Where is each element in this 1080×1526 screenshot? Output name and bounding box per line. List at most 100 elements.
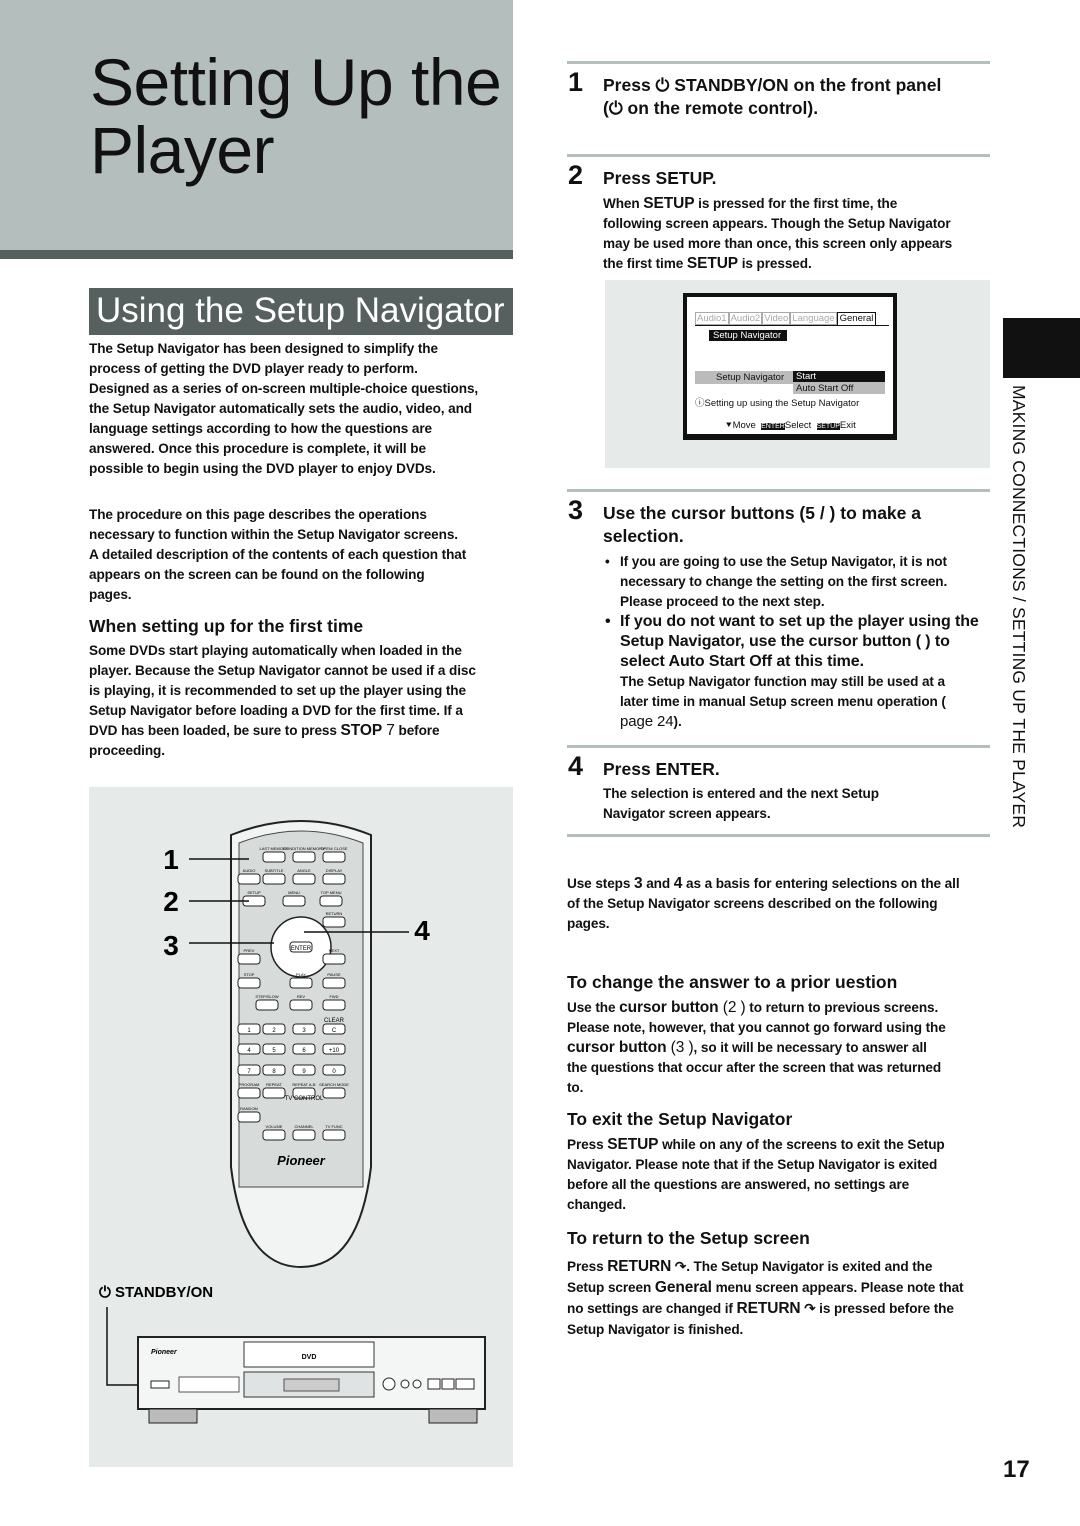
remote-button-label: STEP/SLOW	[255, 994, 279, 999]
power-icon: ⏻	[655, 75, 675, 95]
remote-button-step-slow	[255, 999, 279, 1011]
remote-button-display	[322, 873, 346, 885]
step-4-heading: Press ENTER.	[603, 759, 720, 779]
tab-general[interactable]: General	[836, 312, 877, 325]
exit-heading: To exit the Setup Navigator	[567, 1109, 793, 1129]
remote-button-label: ENTER	[291, 946, 312, 952]
remote-button-label: VOLUME	[266, 1124, 283, 1129]
return-text: Press RETURN ↷. The Setup Navigator is e…	[567, 1258, 964, 1337]
remote-button-repeat	[262, 1087, 286, 1099]
remote-button-label: SEARCH MODE	[319, 1082, 349, 1087]
step-2-heading: Press SETUP.	[603, 168, 717, 188]
remote-button-label: TV CONTROL	[285, 1096, 324, 1102]
remote-button-label: DISPLAY	[326, 868, 343, 873]
remote-button-subtitle	[262, 873, 286, 885]
remote-button-label: RANDOM	[240, 1106, 258, 1111]
remote-button-prev	[237, 953, 261, 965]
callout-1: 1	[163, 844, 179, 875]
remote-button-label: TV FUNC	[325, 1124, 342, 1129]
svg-text:DVD: DVD	[302, 1354, 317, 1361]
remote-button-label: REV	[297, 994, 306, 999]
remote-button-label: TOP MENU	[321, 890, 342, 895]
remote-button-label: SETUP	[247, 890, 261, 895]
step-1-heading: Press ⏻ STANDBY/ON on the front panel (⏻ …	[603, 75, 942, 118]
tab-audio2[interactable]: Audio2	[728, 312, 763, 325]
screen-row-label: Setup Navigator	[716, 372, 785, 383]
divider	[567, 745, 990, 748]
step-number: 3	[568, 495, 584, 525]
remote-button-label: +10	[329, 1048, 340, 1054]
remote-illustration-panel: LAST MEMORY CONDITION MEMORY OPEN/ CLOSE AU…	[89, 787, 513, 1467]
change-heading: To change the answer to a prior uestion	[567, 972, 898, 992]
chapter-tab	[1003, 318, 1080, 378]
remote-button-label: STOP	[244, 972, 255, 977]
remote-button-label: CONDITION MEMORY	[283, 846, 325, 851]
change-text: Use the cursor button (2 ) to return to …	[567, 999, 946, 1095]
option-auto-start-off[interactable]: Auto Start Off	[793, 383, 885, 394]
remote-button-label: CHANNEL	[294, 1124, 314, 1129]
remote-button-volume	[262, 1129, 286, 1141]
remote-button-label: MENU	[288, 890, 300, 895]
standby-label: ⏻ STANDBY/ON	[99, 1284, 213, 1301]
first-time-text: Some DVDs start playing automatically wh…	[89, 643, 476, 758]
remote-button-next	[322, 953, 346, 965]
remote-button-last-memory	[262, 851, 286, 863]
callout-4: 4	[414, 915, 430, 946]
remote-button-label: PAUSE	[327, 972, 341, 977]
step-3-heading: Use the cursor buttons (5 / ) to make a …	[603, 503, 921, 546]
return-heading: To return to the Setup screen	[567, 1228, 810, 1248]
remote-button-label: REPEAT A-B	[292, 1082, 316, 1087]
remote-button-play	[289, 977, 313, 989]
pioneer-logo: Pioneer	[277, 1153, 326, 1168]
step-number: 1	[568, 67, 584, 97]
remote-button-rev	[289, 999, 313, 1011]
remote-button-label: CLEAR	[324, 1018, 345, 1024]
screen-footer: ⯆Move ENTERSelect SETUPExit	[725, 420, 856, 431]
callout-2: 2	[163, 886, 179, 917]
remote-button-angle	[292, 873, 316, 885]
screen-title: Setup Navigator	[709, 330, 787, 341]
bullet: If you do not want to set up the player …	[603, 612, 988, 732]
page-number: 17	[1003, 1456, 1030, 1483]
return-icon: ↷	[674, 1259, 687, 1274]
divider	[567, 489, 990, 492]
remote-button-label: NEXT	[329, 948, 340, 953]
remote-button-fwd	[322, 999, 346, 1011]
remote-button-tv-func	[322, 1129, 346, 1141]
remote-button-pause	[322, 977, 346, 989]
callout-3: 3	[163, 930, 179, 961]
step-2-text: When SETUP is pressed for the first time…	[603, 195, 953, 272]
tab-language[interactable]: Language	[790, 312, 837, 325]
remote-button-menu	[282, 895, 306, 907]
power-icon: ⏻	[608, 98, 623, 118]
screen-tabs: Audio1 Audio2 Video Language General	[695, 312, 889, 326]
bullet: If you are going to use the Setup Naviga…	[603, 552, 958, 612]
remote-button-audio	[237, 873, 261, 885]
remote-button-label: AUDIO	[243, 868, 256, 873]
remote-button-label: PROGRAM	[239, 1082, 260, 1087]
remote-button-condition-memory	[292, 851, 316, 863]
step-4-text: The selection is entered and the next Se…	[603, 786, 879, 821]
step-number: 2	[568, 160, 584, 190]
step-3-bullets: If you are going to use the Setup Naviga…	[603, 552, 988, 732]
move-icon: ⯆	[725, 420, 733, 431]
remote-button-label: REPEAT	[266, 1082, 282, 1087]
remote-button-return	[322, 916, 346, 928]
chapter-side-label: MAKING CONNECTIONS / SETTING UP THE PLAY…	[1009, 385, 1029, 829]
option-start[interactable]: Start	[793, 371, 885, 382]
step-number: 4	[568, 751, 584, 781]
remote-button-stop	[237, 977, 261, 989]
tab-audio1[interactable]: Audio1	[695, 312, 729, 325]
setup-navigator-screen: Audio1 Audio2 Video Language General Set…	[683, 293, 897, 440]
remote-button-label: C	[332, 1028, 337, 1034]
remote-button-label: FWD	[329, 994, 338, 999]
remote-button-channel	[292, 1129, 316, 1141]
remote-button-top-menu	[319, 895, 343, 907]
remote-button-label: SUBTITLE	[264, 868, 283, 873]
use-steps-text: Use steps 3 and 4 as a basis for enterin…	[567, 875, 960, 931]
divider	[567, 61, 990, 64]
tab-video[interactable]: Video	[762, 312, 791, 325]
return-icon: ↷	[804, 1301, 816, 1316]
standby-button	[150, 1380, 170, 1389]
remote-button-label: ANGLE	[297, 868, 311, 873]
